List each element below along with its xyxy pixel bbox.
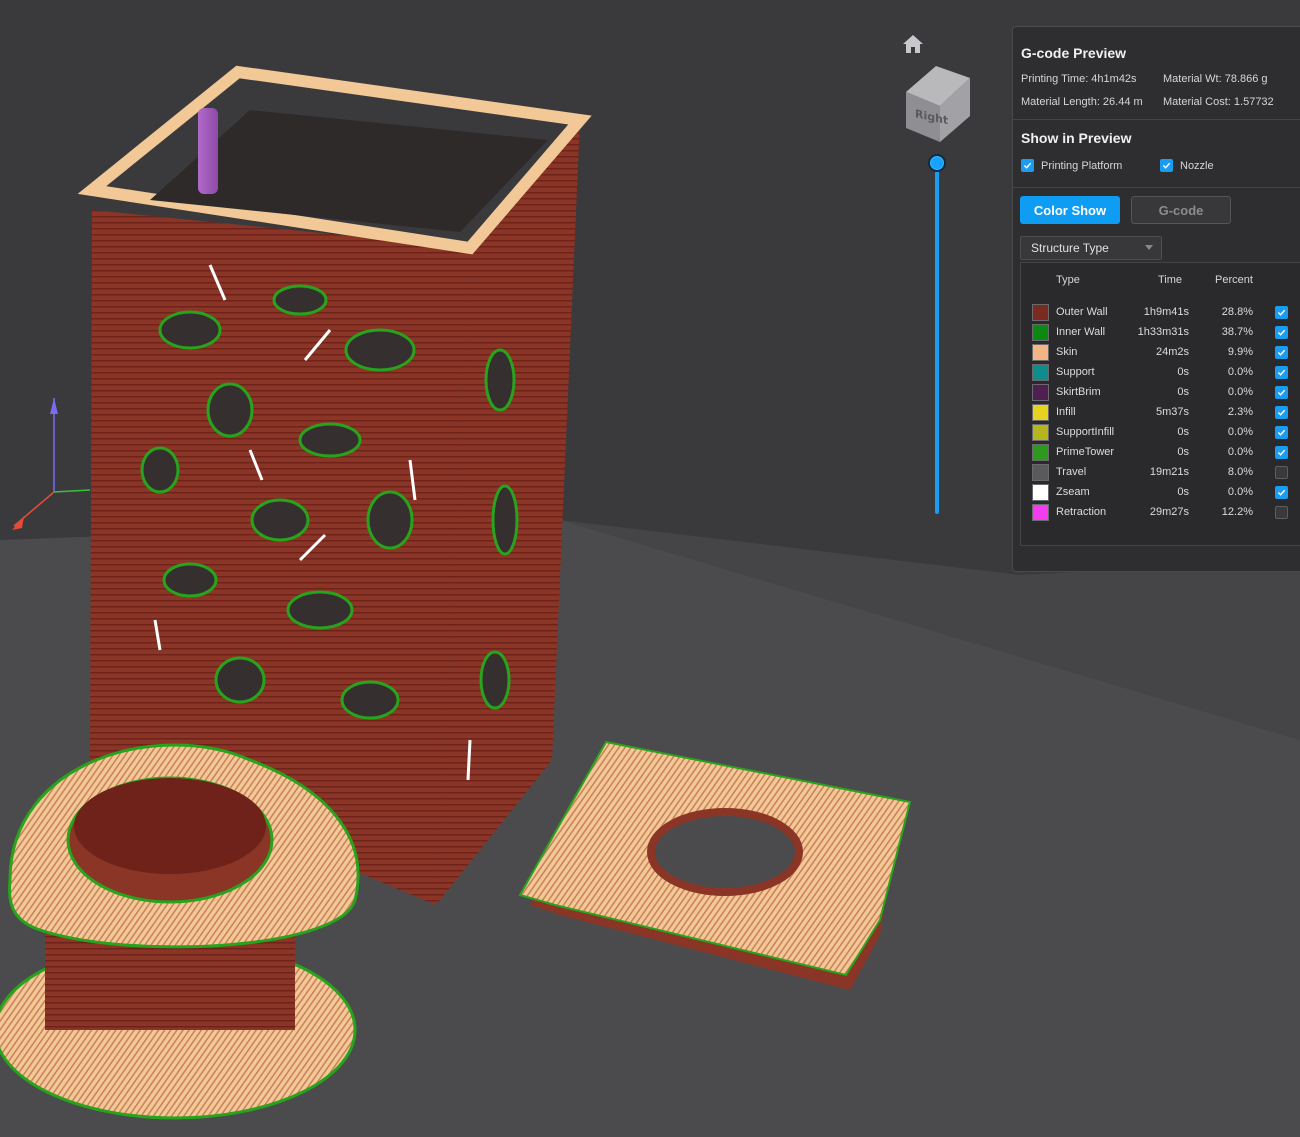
visibility-checkbox[interactable]	[1275, 486, 1288, 499]
legend-time: 1h9m41s	[1143, 306, 1189, 318]
legend-type: Retraction	[1056, 506, 1107, 518]
legend-type: SupportInfill	[1056, 426, 1115, 438]
legend-row: Skin 24m2s 9.9%	[1021, 343, 1300, 363]
material-cost: Material Cost: 1.57732	[1163, 96, 1274, 108]
chevron-down-icon	[1145, 245, 1153, 250]
structure-type-value: Structure Type	[1031, 241, 1109, 255]
checkmark-icon[interactable]	[1021, 159, 1034, 172]
color-swatch	[1032, 464, 1049, 481]
legend-percent: 2.3%	[1227, 406, 1253, 418]
legend-type: Inner Wall	[1056, 326, 1106, 338]
header-time: Time	[1158, 274, 1183, 286]
visibility-checkbox[interactable]	[1275, 326, 1288, 339]
layer-slider-track[interactable]	[935, 162, 939, 514]
legend-time: 29m27s	[1149, 506, 1189, 518]
visibility-checkbox[interactable]	[1275, 406, 1288, 419]
color-swatch	[1032, 484, 1049, 501]
visibility-checkbox[interactable]	[1275, 346, 1288, 359]
legend-time: 1h33m31s	[1137, 326, 1189, 338]
legend-percent: 0.0%	[1227, 486, 1253, 498]
color-swatch	[1032, 504, 1049, 521]
color-swatch	[1032, 324, 1049, 341]
legend-percent: 38.7%	[1221, 326, 1253, 338]
nozzle-label: Nozzle	[1180, 159, 1214, 172]
legend-time: 0s	[1177, 366, 1189, 378]
visibility-checkbox[interactable]	[1275, 386, 1288, 399]
visibility-checkbox[interactable]	[1275, 466, 1288, 479]
view-cube[interactable]: Right	[900, 64, 976, 144]
divider	[1013, 119, 1300, 120]
checkmark-icon[interactable]	[1160, 159, 1173, 172]
flat-plate-hole	[647, 808, 803, 896]
legend-type: Travel	[1056, 466, 1087, 478]
legend-type: PrimeTower	[1056, 446, 1115, 458]
header-percent: Percent	[1215, 274, 1253, 286]
header-type: Type	[1056, 274, 1080, 286]
structure-type-dropdown[interactable]: Structure Type	[1020, 236, 1162, 260]
color-swatch	[1032, 344, 1049, 361]
material-weight: Material Wt: 78.866 g	[1163, 73, 1268, 85]
visibility-checkbox[interactable]	[1275, 366, 1288, 379]
legend-time: 0s	[1177, 386, 1189, 398]
printing-platform-checkbox[interactable]: Printing Platform	[1021, 159, 1122, 172]
legend-type: Zseam	[1056, 486, 1090, 498]
spool-hole-inner	[74, 778, 266, 874]
visibility-checkbox[interactable]	[1275, 506, 1288, 519]
z-axis-arrow	[50, 398, 58, 414]
legend-type: SkirtBrim	[1056, 386, 1101, 398]
nozzle	[198, 108, 218, 194]
legend-percent: 0.0%	[1227, 386, 1253, 398]
printing-time: Printing Time: 4h1m42s	[1021, 73, 1137, 85]
show-in-preview-title: Show in Preview	[1021, 130, 1132, 146]
panel-title: G-code Preview	[1021, 45, 1127, 61]
printing-platform-label: Printing Platform	[1041, 159, 1123, 172]
legend-type: Outer Wall	[1056, 306, 1108, 318]
legend-type: Infill	[1056, 406, 1076, 418]
legend-percent: 0.0%	[1227, 426, 1253, 438]
legend-row: Zseam 0s 0.0%	[1021, 483, 1300, 503]
color-swatch	[1032, 404, 1049, 421]
color-swatch	[1032, 444, 1049, 461]
legend-percent: 12.2%	[1221, 506, 1253, 518]
legend-row: PrimeTower 0s 0.0%	[1021, 443, 1300, 463]
legend-row: Inner Wall 1h33m31s 38.7%	[1021, 323, 1300, 343]
legend-time: 0s	[1177, 486, 1189, 498]
color-swatch	[1032, 364, 1049, 381]
legend-row: SkirtBrim 0s 0.0%	[1021, 383, 1300, 403]
divider	[1013, 187, 1300, 188]
legend-time: 0s	[1177, 446, 1189, 458]
y-axis	[53, 489, 91, 493]
gcode-button[interactable]: G-code	[1131, 196, 1231, 224]
nozzle-checkbox[interactable]: Nozzle	[1160, 159, 1214, 172]
legend-percent: 9.9%	[1227, 346, 1253, 358]
legend-type: Skin	[1056, 346, 1078, 358]
legend-row: Infill 5m37s 2.3%	[1021, 403, 1300, 423]
material-length: Material Length: 26.44 m	[1021, 96, 1143, 108]
legend-percent: 0.0%	[1227, 366, 1253, 378]
legend-time: 19m21s	[1149, 466, 1189, 478]
color-swatch	[1032, 424, 1049, 441]
home-icon[interactable]	[902, 34, 924, 54]
legend-row: Outer Wall 1h9m41s 28.8%	[1021, 303, 1300, 323]
visibility-checkbox[interactable]	[1275, 306, 1288, 319]
structure-legend: Type Time Percent Outer Wall 1h9m41s 28.8%…	[1020, 262, 1300, 546]
color-swatch	[1032, 384, 1049, 401]
color-show-button[interactable]: Color Show	[1020, 196, 1120, 224]
legend-time: 0s	[1177, 426, 1189, 438]
legend-percent: 28.8%	[1221, 306, 1253, 318]
visibility-checkbox[interactable]	[1275, 426, 1288, 439]
legend-percent: 0.0%	[1227, 446, 1253, 458]
legend-percent: 8.0%	[1227, 466, 1253, 478]
color-swatch	[1032, 304, 1049, 321]
layer-slider[interactable]	[926, 152, 948, 518]
legend-time: 24m2s	[1155, 346, 1189, 358]
legend-row: Support 0s 0.0%	[1021, 363, 1300, 383]
legend-time: 5m37s	[1155, 406, 1189, 418]
visibility-checkbox[interactable]	[1275, 446, 1288, 459]
layer-slider-handle[interactable]	[928, 154, 946, 172]
legend-row: Retraction 29m27s 12.2%	[1021, 503, 1300, 523]
legend-row: SupportInfill 0s 0.0%	[1021, 423, 1300, 443]
legend-row: Travel 19m21s 8.0%	[1021, 463, 1300, 483]
legend-type: Support	[1056, 366, 1095, 378]
